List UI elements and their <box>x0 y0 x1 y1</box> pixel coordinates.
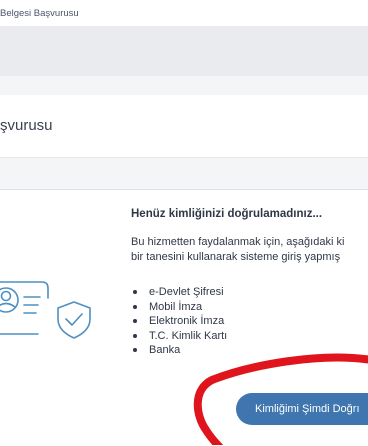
page-title: şvurusu <box>0 117 53 134</box>
info-text-line: bir tanesini kullanarak sisteme giriş ya… <box>131 251 341 263</box>
login-method-list: e-Devlet Şifresi Mobil İmza Elektronik İ… <box>131 285 227 358</box>
list-item: T.C. Kimlik Kartı <box>131 329 227 344</box>
breadcrumb-current: Belgesi Başvurusu <box>0 8 79 19</box>
list-item: Mobil İmza <box>131 300 227 315</box>
title-card: şvurusu <box>0 95 368 158</box>
info-text: Bu hizmetten faydalanmak için, aşağıdaki… <box>131 235 344 265</box>
list-item: e-Devlet Şifresi <box>131 285 227 300</box>
info-text-line: Bu hizmetten faydalanmak için, aşağıdaki… <box>131 236 345 248</box>
list-item: Elektronik İmza <box>131 314 227 329</box>
identity-card-shield-icon <box>0 281 91 339</box>
breadcrumb: Belgesi Başvurusu <box>0 0 368 26</box>
verify-identity-button[interactable]: Kimliğimi Şimdi Doğrı <box>236 393 368 425</box>
info-heading: Henüz kimliğinizi doğrulamadınız... <box>131 208 323 220</box>
list-item: Banka <box>131 343 227 358</box>
header-band <box>0 26 368 76</box>
